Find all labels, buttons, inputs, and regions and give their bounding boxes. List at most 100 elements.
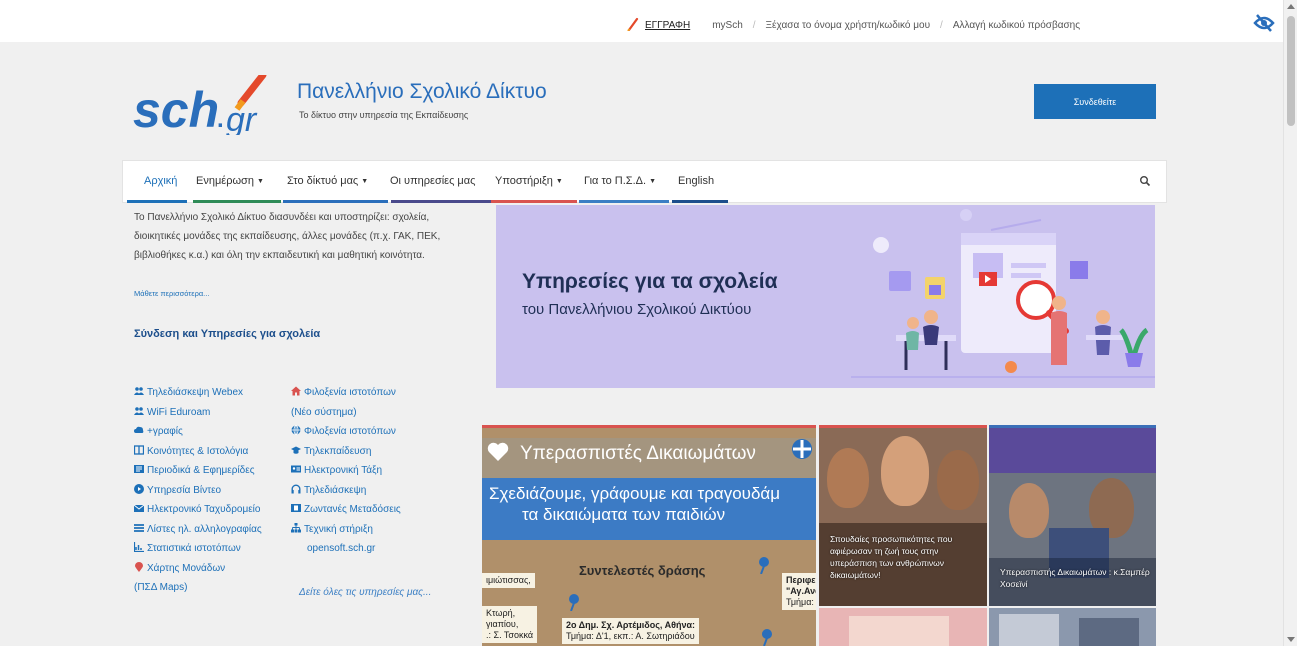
nav-label: Αρχική [144,175,178,187]
tile-line-1: Σχεδιάζουμε, γράφουμε και τραγουδάμ [489,484,781,503]
cloud-icon [134,426,144,433]
service-link-support[interactable]: Τεχνική στήριξη [291,520,401,540]
service-label: Ηλεκτρονική Τάξη [304,465,383,476]
nav-item-home[interactable]: Αρχική [144,175,177,187]
nav-label: Οι υπηρεσίες μας [390,175,476,187]
separator: / [940,20,943,31]
nav-item-network[interactable]: Στο δίκτυό μας ▼ [287,175,368,187]
forgot-credentials-link[interactable]: Ξέχασα το όνομα χρήστη/κωδικό μου [766,20,931,31]
service-label: Τηλεδιάσκεψη Webex [147,387,244,398]
scrollbar-thumb[interactable] [1287,16,1295,126]
nav-label: Υποστήριξη [495,175,553,187]
service-link-magazines[interactable]: Περιοδικά & Εφημερίδες [134,461,262,481]
service-label: +γραφίς [147,426,183,437]
card-line: .: Σ. Τσοκκά [486,630,534,640]
id-card-icon [291,465,301,473]
service-link-email[interactable]: Ηλεκτρονικό Ταχυδρομείο [134,500,262,520]
users-icon [134,387,144,395]
service-link-grafis[interactable]: +γραφίς [134,422,262,442]
service-link-live[interactable]: Ζωντανές Μεταδόσεις [291,500,401,520]
nav-item-services[interactable]: Οι υπηρεσίες μας [390,175,475,187]
nav-item-news[interactable]: Ενημέρωση ▼ [196,175,264,187]
caret-down-icon: ▼ [649,178,657,185]
service-link-eclass[interactable]: Ηλεκτρονική Τάξη [291,461,401,481]
service-label: Περιοδικά & Εφημερίδες [147,465,255,476]
nav-underline [672,200,728,203]
sitemap-icon [291,522,301,532]
account-links: ΕΓΓΡΑΦΗ mySch / Ξέχασα το όνομα χρήστη/κωδι… [625,17,1080,31]
nav-item-english[interactable]: English [678,175,714,187]
service-link-hosting[interactable]: Φιλοξενία ιστοτόπων [291,422,401,442]
services-banner[interactable]: Υπηρεσίες για τα σχολεία του Πανελλήνιου… [496,205,1155,388]
all-services-link[interactable]: Δείτε όλες τις υπηρεσίες μας... [299,583,449,602]
service-link-map[interactable]: Χάρτης Μονάδων [134,559,262,579]
nav-label: English [678,175,715,187]
envelope-icon [134,504,144,512]
nav-underline [193,200,281,203]
separator: / [752,20,756,31]
nav-label: Για το Π.Σ.Δ. [584,175,647,187]
service-link-mailing-lists[interactable]: Λίστες ηλ. αλληλογραφίας [134,520,262,540]
service-label: Φιλοξενία ιστοτόπων [304,426,396,437]
service-link-eduroam[interactable]: WiFi Eduroam [134,403,262,423]
home-icon [291,386,301,396]
news-tile-rights-defenders[interactable]: Υπερασπιστές Δικαιωμάτων Σχεδιάζουμε, γρ… [482,425,816,646]
news-tile-4[interactable] [819,608,987,646]
services-list-left: Τηλεδιάσκεψη Webex WiFi Eduroam +γραφίς … [134,383,262,598]
service-link-video[interactable]: Υπηρεσία Βίντεο [134,481,262,501]
mysch-link[interactable]: mySch [712,20,743,31]
scroll-up-arrow-icon[interactable] [1287,4,1295,9]
service-label: Ζωντανές Μεταδόσεις [304,504,401,515]
scroll-down-arrow-icon[interactable] [1287,637,1295,642]
graduation-cap-icon [291,446,301,454]
service-link-hosting-new-tail[interactable]: (Νέο σύστημα) [291,403,401,423]
service-link-teleconference[interactable]: Τηλεδιάσκεψη [291,481,401,501]
service-label: Τηλεδιάσκεψη [304,484,367,496]
card-line: 2ο Δημ. Σχ. Αρτέμιδος, Αθήνα: [566,620,695,630]
service-link-elearning[interactable]: Τηλεκπαίδευση [291,442,401,462]
service-link-stats[interactable]: Στατιστικά ιστοτόπων [134,539,262,559]
register-link[interactable]: ΕΓΓΡΑΦΗ [645,20,690,31]
tile-subheading: Συντελεστές δράσης [579,563,706,578]
users-icon [134,406,144,415]
service-link-webex[interactable]: Τηλεδιάσκεψη Webex [134,383,262,403]
svg-text:.: . [217,106,224,133]
map-marker-icon [135,561,143,572]
services-heading: Σύνδεση και Υπηρεσίες για σχολεία [134,328,321,340]
service-label: WiFi Eduroam [147,406,211,418]
columns-icon [134,444,144,455]
news-tile-5[interactable] [989,608,1156,646]
nav-item-support[interactable]: Υποστήριξη ▼ [495,175,563,187]
vertical-scrollbar[interactable] [1283,0,1297,646]
banner-illustration [851,209,1155,378]
accessibility-icon[interactable] [1253,13,1275,33]
nav-underline [127,200,187,203]
service-link-opensoft[interactable]: opensoft.sch.gr [291,539,401,559]
nav-item-about[interactable]: Για το Π.Σ.Δ. ▼ [584,175,656,187]
change-password-link[interactable]: Αλλαγή κωδικού πρόσβασης [953,20,1080,31]
play-icon [134,483,144,494]
login-button[interactable]: Συνδεθείτε [1034,84,1156,119]
sch-gr-logo[interactable]: sch . gr [133,75,293,135]
portrait [827,448,869,508]
nav-underline [491,200,577,203]
tile-image [999,614,1059,646]
tile-card: Περιφε"Αγ.ΑναρΤμήμα: Β', [782,573,816,610]
service-label: Φιλοξενία ιστοτόπων [304,387,396,398]
learn-more-link[interactable]: Μάθετε περισσότερα... [134,289,209,298]
site-subtitle: Το δίκτυο στην υπηρεσία της Εκπαίδευσης [299,110,469,120]
chart-icon [134,542,144,552]
caret-down-icon: ▼ [256,178,264,185]
search-icon[interactable] [1139,175,1151,187]
caret-down-icon: ▼ [555,178,563,185]
service-link-hosting-new[interactable]: Φιλοξενία ιστοτόπων [291,383,401,403]
site-title[interactable]: Πανελλήνιο Σχολικό Δίκτυο [297,80,547,104]
service-label: Τεχνική στήριξη [304,523,373,535]
service-link-map-tail[interactable]: (ΠΣΔ Maps) [134,578,262,598]
nav-underline [391,200,491,203]
top-bar: ΕΓΓΡΑΦΗ mySch / Ξέχασα το όνομα χρήστη/κωδι… [0,0,1283,42]
main-nav: Αρχική Ενημέρωση ▼ Στο δίκτυό μας ▼ Οι υπη… [122,160,1167,203]
news-tile-personalities[interactable]: Σπουδαίες προσωπικότητες που αφιέρωσαν τ… [819,425,987,606]
news-tile-defender[interactable]: Υπερασπιστής Δικαιωμάτων : κ.Σαμπέρ Χοσε… [989,425,1156,606]
service-link-blogs[interactable]: Κοινότητες & Ιστολόγια [134,442,262,462]
